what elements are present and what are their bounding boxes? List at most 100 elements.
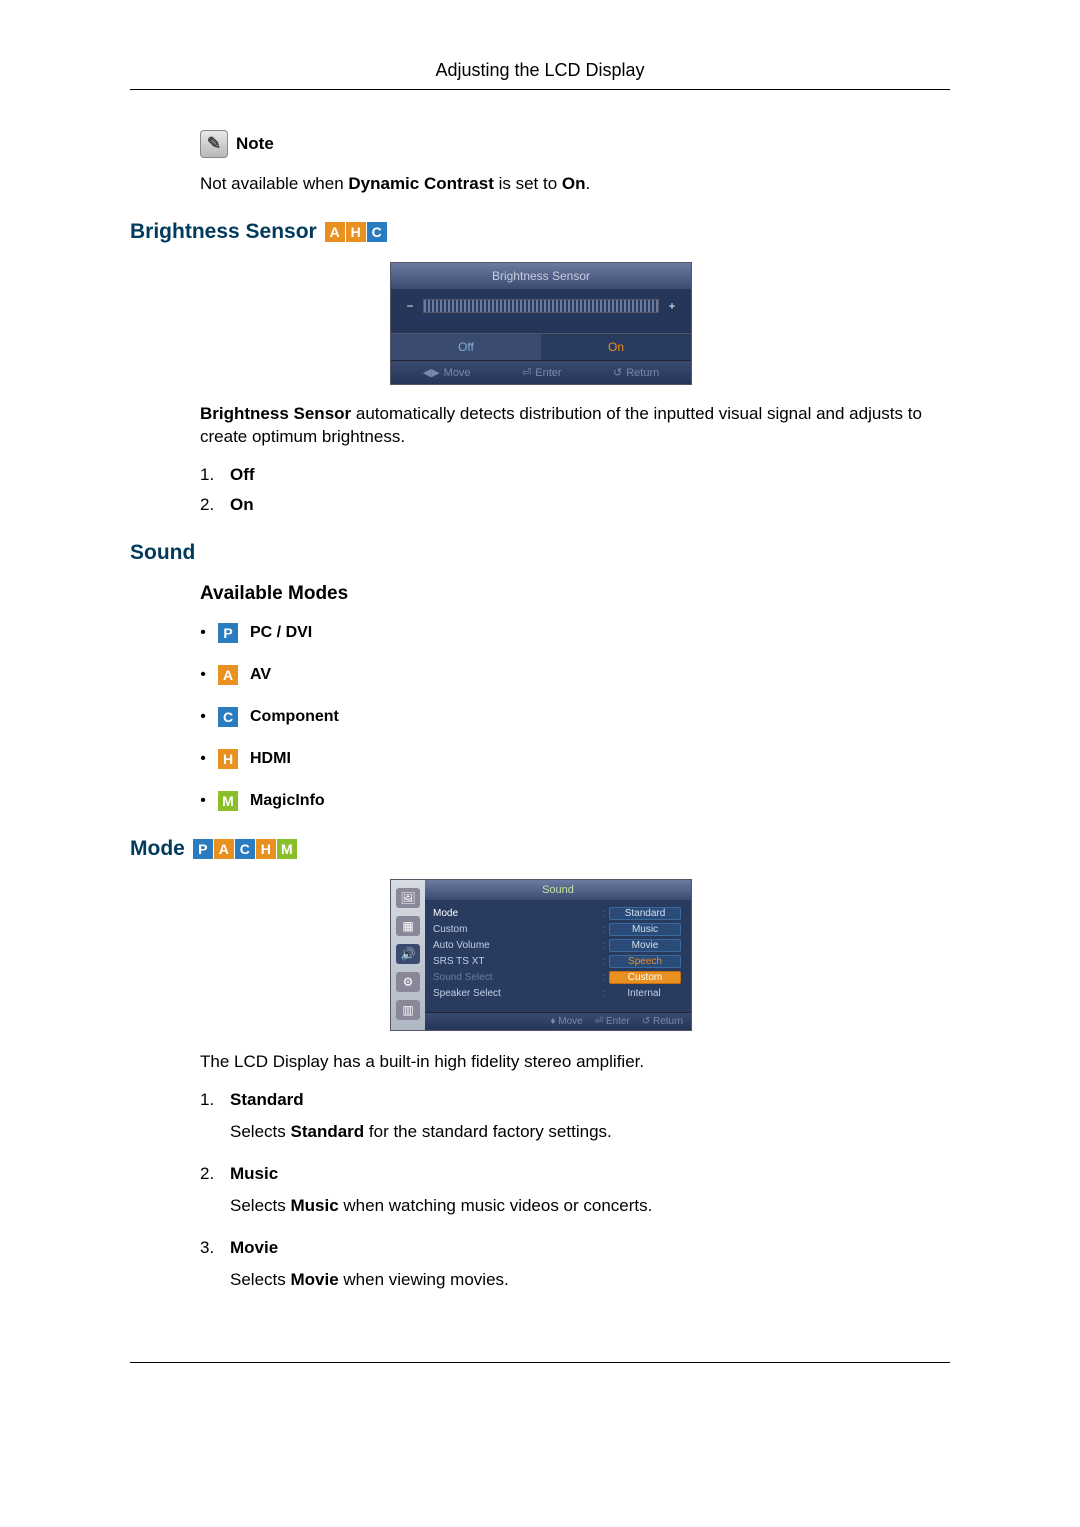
mode-item-num: 3. bbox=[200, 1238, 230, 1258]
tag-h-icon: H bbox=[346, 222, 366, 242]
bullet-icon: • bbox=[200, 750, 206, 768]
bs-option-label: On bbox=[230, 495, 254, 514]
tag-m-icon: M bbox=[277, 839, 297, 859]
mode-item-desc: Selects Standard for the standard factor… bbox=[230, 1122, 612, 1142]
available-mode-label: PC / DVI bbox=[250, 624, 312, 642]
tag-a-icon: A bbox=[325, 222, 345, 242]
bs-option-row: 2. On bbox=[200, 495, 950, 515]
tag-m-icon: M bbox=[218, 791, 238, 811]
bullet-icon: • bbox=[200, 666, 206, 684]
osd-plus-icon: + bbox=[665, 299, 679, 313]
mode-intro: The LCD Display has a built-in high fide… bbox=[200, 1051, 950, 1074]
available-mode-label: AV bbox=[250, 666, 271, 684]
available-mode-row: • C Component bbox=[200, 707, 950, 727]
tag-p-icon: P bbox=[193, 839, 213, 859]
osd-row-value: Standard bbox=[609, 907, 681, 920]
bs-option-num: 2. bbox=[200, 495, 230, 515]
available-modes-heading: Available Modes bbox=[200, 583, 950, 605]
mode-item-row: 2. Music Selects Music when watching mus… bbox=[200, 1164, 950, 1228]
osd-slider-track bbox=[423, 299, 659, 313]
available-mode-row: • H HDMI bbox=[200, 749, 950, 769]
osd-row-label: Auto Volume bbox=[433, 940, 490, 951]
osd-row-value: Music bbox=[609, 923, 681, 936]
tag-a-icon: A bbox=[214, 839, 234, 859]
osd-colon: : bbox=[599, 988, 609, 999]
bs-option-label: Off bbox=[230, 465, 255, 484]
mode-item-num: 1. bbox=[200, 1090, 230, 1110]
bullet-icon: • bbox=[200, 708, 206, 726]
brightness-osd: Brightness Sensor − + Off On ◀▶ Move ⏎ E… bbox=[390, 262, 692, 385]
tag-c-icon: C bbox=[367, 222, 387, 242]
bs-option-row: 1. Off bbox=[200, 465, 950, 485]
osd-colon: : bbox=[599, 924, 609, 935]
mode-heading: Mode P A C H M bbox=[130, 837, 950, 861]
osd-row-value: Internal bbox=[609, 988, 679, 999]
tag-p-icon: P bbox=[218, 623, 238, 643]
osd-enter-hint: ⏎ Enter bbox=[522, 366, 562, 379]
note-text-bold2: On bbox=[562, 174, 586, 193]
osd-sidebar-icon: ▦ bbox=[396, 916, 420, 936]
brightness-sensor-heading: Brightness Sensor A H C bbox=[130, 220, 950, 244]
osd-off-button: Off bbox=[391, 333, 541, 360]
brightness-sensor-desc-bold: Brightness Sensor bbox=[200, 404, 351, 423]
tag-h-icon: H bbox=[218, 749, 238, 769]
note-text-post: . bbox=[586, 174, 591, 193]
tag-h-icon: H bbox=[256, 839, 276, 859]
available-mode-label: HDMI bbox=[250, 750, 291, 768]
brightness-sensor-heading-text: Brightness Sensor bbox=[130, 220, 317, 244]
osd-row-label: Speaker Select bbox=[433, 988, 501, 999]
tag-a-icon: A bbox=[218, 665, 238, 685]
mode-item-title: Standard bbox=[230, 1090, 304, 1109]
mode-item-title: Movie bbox=[230, 1238, 278, 1257]
osd-colon: : bbox=[599, 956, 609, 967]
bullet-icon: • bbox=[200, 624, 206, 642]
mode-item-title: Music bbox=[230, 1164, 278, 1183]
mode-item-row: 1. Standard Selects Standard for the sta… bbox=[200, 1090, 950, 1154]
osd-return-hint: ↺ Return bbox=[642, 1016, 683, 1027]
note-label: Note bbox=[236, 134, 274, 154]
available-mode-label: MagicInfo bbox=[250, 792, 325, 810]
mode-item-row: 3. Movie Selects Movie when viewing movi… bbox=[200, 1238, 950, 1302]
header-rule bbox=[130, 89, 950, 90]
footer-rule bbox=[130, 1362, 950, 1363]
osd-row-label: Sound Select bbox=[433, 972, 493, 983]
osd-minus-icon: − bbox=[403, 299, 417, 313]
osd-row-value: Custom bbox=[609, 971, 681, 984]
osd-enter-hint: ⏎ Enter bbox=[595, 1016, 630, 1027]
osd-sidebar-sound-icon: 🔊 bbox=[396, 944, 420, 964]
osd-return-hint: ↺ Return bbox=[613, 366, 659, 379]
available-mode-row: • A AV bbox=[200, 665, 950, 685]
osd-sound-title: Sound bbox=[425, 880, 691, 900]
page-title: Adjusting the LCD Display bbox=[130, 60, 950, 81]
note-text-mid: is set to bbox=[494, 174, 562, 193]
osd-colon: : bbox=[599, 940, 609, 951]
sound-heading: Sound bbox=[130, 541, 950, 565]
mode-item-num: 2. bbox=[200, 1164, 230, 1184]
available-mode-label: Component bbox=[250, 708, 339, 726]
available-mode-row: • M MagicInfo bbox=[200, 791, 950, 811]
osd-move-hint: ♦ Move bbox=[550, 1016, 582, 1027]
sound-osd: 🖼 ▦ 🔊 ⚙ ▥ Sound Mode Custom Auto Volume … bbox=[390, 879, 692, 1031]
sound-heading-text: Sound bbox=[130, 541, 195, 565]
osd-colon: : bbox=[599, 908, 609, 919]
osd-row-label: Custom bbox=[433, 924, 467, 935]
osd-sidebar-icon: ⚙ bbox=[396, 972, 420, 992]
mode-item-desc: Selects Movie when viewing movies. bbox=[230, 1270, 509, 1290]
osd-colon: : bbox=[599, 972, 609, 983]
osd-row-value: Movie bbox=[609, 939, 681, 952]
osd-row-label: Mode bbox=[433, 908, 458, 919]
mode-item-desc: Selects Music when watching music videos… bbox=[230, 1196, 652, 1216]
mode-heading-text: Mode bbox=[130, 837, 185, 861]
osd-on-button: On bbox=[541, 333, 691, 360]
osd-sidebar-icon: 🖼 bbox=[396, 888, 420, 908]
tag-c-icon: C bbox=[218, 707, 238, 727]
available-mode-row: • P PC / DVI bbox=[200, 623, 950, 643]
osd-row-value: Speech bbox=[609, 955, 681, 968]
osd-bs-title: Brightness Sensor bbox=[391, 263, 691, 289]
bullet-icon: • bbox=[200, 792, 206, 810]
note-text-bold1: Dynamic Contrast bbox=[348, 174, 493, 193]
osd-move-hint: ◀▶ Move bbox=[423, 366, 471, 379]
note-text: Not available when Dynamic Contrast is s… bbox=[200, 174, 950, 194]
note-icon: ✎ bbox=[200, 130, 228, 158]
tag-c-icon: C bbox=[235, 839, 255, 859]
